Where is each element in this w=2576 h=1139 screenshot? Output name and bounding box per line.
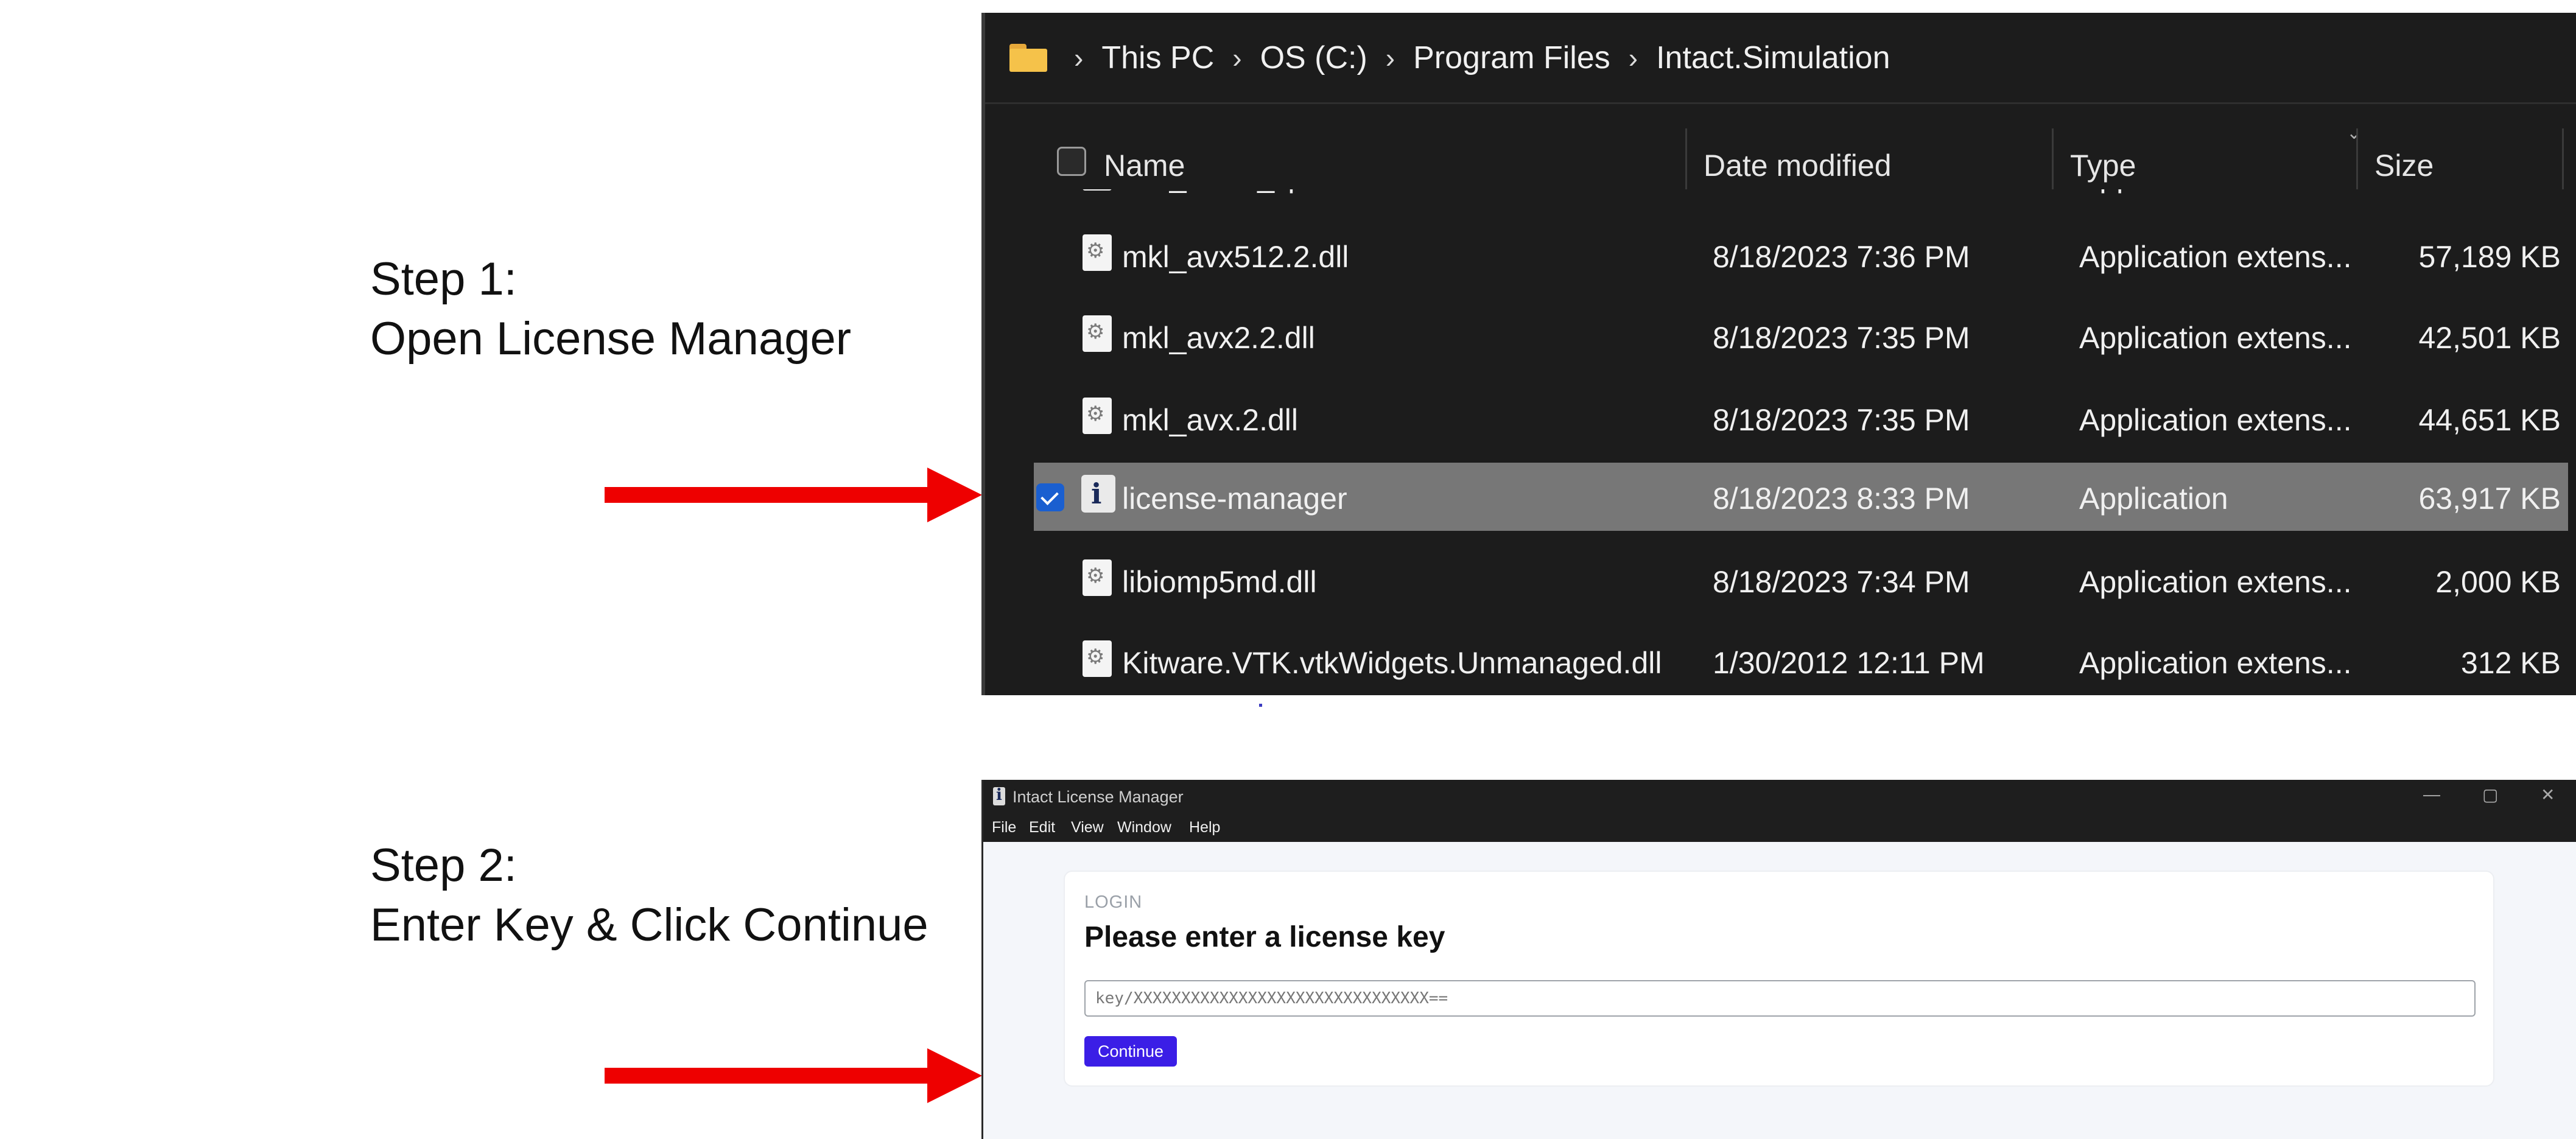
maximize-icon[interactable]: ▢	[2482, 785, 2498, 805]
file-date: 8/18/2023 8:33 PM	[1713, 482, 1970, 516]
dll-file-icon	[1083, 398, 1112, 434]
file-size: 42,501 KB	[2418, 321, 2561, 355]
login-card: LOGIN Please enter a license key Continu…	[1064, 871, 2494, 1087]
menu-view[interactable]: View	[1071, 819, 1104, 836]
file-name: mkl_blacs_ilp64.2.dll	[1122, 189, 1403, 194]
file-name: mkl_avx.2.dll	[1122, 403, 1298, 437]
column-divider[interactable]	[2562, 128, 2564, 189]
file-row[interactable]: mkl_avx2.2.dll 8/18/2023 7:35 PM Applica…	[1034, 302, 2568, 370]
login-label: LOGIN	[1084, 892, 1143, 912]
file-size: 503 KB	[2461, 189, 2561, 194]
file-row[interactable]: mkl_avx.2.dll 8/18/2023 7:35 PM Applicat…	[1034, 384, 2568, 452]
file-type: Application extens...	[2079, 565, 2352, 599]
chevron-right-icon: ›	[1232, 41, 1242, 74]
file-date: 1/30/2012 12:11 PM	[1713, 646, 1985, 680]
column-divider[interactable]	[1685, 128, 1687, 189]
page-title: Please enter a license key	[1084, 921, 1445, 953]
dll-file-icon	[1083, 315, 1112, 352]
column-date-modified[interactable]: Date modified	[1704, 148, 1892, 183]
chevron-down-icon[interactable]: ⌄	[2346, 122, 2362, 144]
select-all-checkbox[interactable]	[1057, 147, 1086, 176]
file-explorer-window: › This PC › OS (C:) › Program Files › In…	[981, 13, 2576, 695]
file-type: Application	[2079, 482, 2228, 516]
dll-file-icon	[1083, 640, 1112, 677]
breadcrumb-this-pc[interactable]: This PC	[1101, 40, 1214, 76]
dll-file-icon	[1083, 234, 1112, 271]
file-name: Kitware.VTK.vtkWidgets.Unmanaged.dll	[1122, 646, 1662, 680]
file-type: Application extens...	[2079, 189, 2352, 194]
file-row[interactable]: libiomp5md.dll 8/18/2023 7:34 PM Applica…	[1034, 546, 2568, 614]
column-type[interactable]: Type	[2070, 148, 2136, 183]
file-date: 8/18/2023 7:35 PM	[1713, 403, 1970, 437]
license-manager-window: Intact License Manager — ▢ ✕ File Edit V…	[981, 780, 2576, 1139]
checkmark-icon[interactable]	[1036, 483, 1064, 511]
column-divider[interactable]	[2356, 128, 2358, 189]
file-name: license-manager	[1122, 482, 1347, 516]
dll-file-icon	[1083, 559, 1112, 596]
file-size: 44,651 KB	[2418, 403, 2561, 437]
dll-file-icon	[1083, 189, 1112, 191]
file-size: 312 KB	[2460, 646, 2561, 680]
file-type: Application extens...	[2079, 646, 2352, 680]
column-name[interactable]: Name	[1104, 148, 1185, 183]
column-header: ⌄ Name Date modified Type Size	[985, 104, 2576, 189]
column-divider[interactable]	[2052, 128, 2054, 189]
window-title: Intact License Manager	[1013, 788, 1184, 806]
step-1-instruction: Step 1: Open License Manager	[370, 253, 852, 365]
file-row[interactable]: Kitware.VTK.vtkWidgets.Unmanaged.dll 1/3…	[1034, 627, 2568, 695]
folder-icon	[1009, 43, 1047, 72]
file-row[interactable]: mkl_blacs_ilp64.2.dll 8/18/2023 7:36 PM …	[1034, 189, 2568, 209]
file-row-license-manager[interactable]: license-manager 8/18/2023 8:33 PM Applic…	[1034, 463, 2568, 531]
file-name: mkl_avx512.2.dll	[1122, 240, 1349, 274]
file-type: Application extens...	[2079, 403, 2352, 437]
chevron-right-icon: ›	[1074, 41, 1084, 74]
chevron-right-icon: ›	[1628, 41, 1638, 74]
file-date: 8/18/2023 7:35 PM	[1713, 321, 1970, 355]
breadcrumb-intact-simulation[interactable]: Intact.Simulation	[1656, 40, 1890, 76]
main-content: LOGIN Please enter a license key Continu…	[983, 842, 2576, 1139]
file-name: mkl_avx2.2.dll	[1122, 321, 1315, 355]
red-arrow-icon	[605, 1048, 982, 1103]
menu-help[interactable]: Help	[1189, 819, 1220, 836]
file-row[interactable]: mkl_avx512.2.dll 8/18/2023 7:36 PM Appli…	[1034, 221, 2568, 289]
file-date: 8/18/2023 7:34 PM	[1713, 565, 1970, 599]
menu-window[interactable]: Window	[1117, 819, 1171, 836]
step-2-instruction: Step 2: Enter Key & Click Continue	[370, 839, 928, 951]
license-manager-app-icon	[993, 786, 1005, 805]
close-icon[interactable]: ✕	[2541, 785, 2555, 805]
title-bar[interactable]: Intact License Manager — ▢ ✕	[983, 780, 2576, 814]
file-name: libiomp5md.dll	[1122, 565, 1317, 599]
red-arrow-icon	[605, 468, 982, 522]
file-type: Application extens...	[2079, 321, 2352, 355]
file-type: Application extens...	[2079, 240, 2352, 274]
file-date: 8/18/2023 7:36 PM	[1713, 240, 1970, 274]
address-bar[interactable]: › This PC › OS (C:) › Program Files › In…	[985, 13, 2576, 104]
breadcrumb-os-c[interactable]: OS (C:)	[1260, 40, 1367, 76]
menu-file[interactable]: File	[992, 819, 1016, 836]
license-manager-app-icon	[1081, 475, 1115, 513]
chevron-right-icon: ›	[1385, 41, 1395, 74]
column-size[interactable]: Size	[2374, 148, 2434, 183]
menu-bar: File Edit View Window Help	[983, 814, 2576, 842]
file-date: 8/18/2023 7:36 PM	[1713, 189, 1970, 194]
file-size: 2,000 KB	[2435, 565, 2561, 599]
license-key-input[interactable]	[1084, 980, 2476, 1017]
breadcrumb-program-files[interactable]: Program Files	[1413, 40, 1610, 76]
continue-button[interactable]: Continue	[1084, 1036, 1177, 1067]
file-size: 57,189 KB	[2418, 240, 2561, 274]
file-size: 63,917 KB	[2418, 482, 2561, 516]
menu-edit[interactable]: Edit	[1029, 819, 1055, 836]
file-list: mkl_blacs_ilp64.2.dll 8/18/2023 7:36 PM …	[985, 189, 2576, 695]
minimize-icon[interactable]: —	[2423, 785, 2440, 804]
stray-pixel	[1259, 704, 1262, 707]
